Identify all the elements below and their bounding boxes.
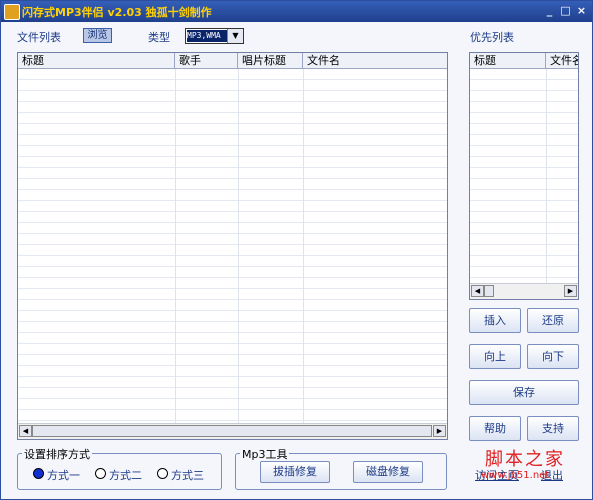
save-button[interactable]: 保存 xyxy=(469,380,579,405)
file-table-hscrollbar[interactable]: ◀ ▶ xyxy=(18,423,447,439)
support-button[interactable]: 支持 xyxy=(527,416,579,441)
file-table-body[interactable] xyxy=(18,69,447,439)
mp3-tools-group: Mp3工具 拔插修复 磁盘修复 xyxy=(235,446,447,490)
type-label: 类型 xyxy=(148,31,170,44)
sort-option-2-label[interactable]: 方式二 xyxy=(109,467,142,483)
site-watermark: 脚本之家 www.jb51.net xyxy=(473,445,583,487)
mp3-tools-title: Mp3工具 xyxy=(240,446,290,462)
browse-button[interactable]: 浏览 xyxy=(83,28,112,43)
column-divider xyxy=(238,69,239,423)
radio-icon[interactable] xyxy=(157,468,168,479)
minimize-button[interactable]: _ xyxy=(542,4,557,18)
file-list-table[interactable]: 标题 歌手 唱片标题 文件名 ◀ ▶ xyxy=(17,52,448,440)
sort-mode-title: 设置排序方式 xyxy=(22,446,92,462)
app-icon xyxy=(4,4,20,20)
column-header-album[interactable]: 唱片标题 xyxy=(238,53,303,68)
restore-button[interactable]: 还原 xyxy=(527,308,579,333)
priority-table-body[interactable] xyxy=(470,69,578,299)
column-header-title[interactable]: 标题 xyxy=(18,53,175,68)
insert-button[interactable]: 插入 xyxy=(469,308,521,333)
priority-table-hscrollbar[interactable]: ◀ ▶ xyxy=(470,283,578,299)
window-title: 闪存式MP3伴侣 v2.03 独孤十剑制作 xyxy=(22,6,212,19)
type-select-value: MP3,WMA xyxy=(187,30,227,42)
column-header-artist[interactable]: 歌手 xyxy=(175,53,238,68)
column-header-filename[interactable]: 文件名 xyxy=(303,53,447,68)
watermark-main-text: 脚本之家 xyxy=(485,449,565,470)
plug-repair-button[interactable]: 拔插修复 xyxy=(260,461,330,483)
scroll-right-icon[interactable]: ▶ xyxy=(564,285,577,297)
radio-icon[interactable] xyxy=(95,468,106,479)
watermark-url-text: www.jb51.net xyxy=(481,470,550,481)
sort-option-3-label[interactable]: 方式三 xyxy=(171,467,204,483)
file-list-label: 文件列表 xyxy=(17,31,61,44)
scroll-thumb[interactable] xyxy=(32,425,432,437)
scroll-left-icon[interactable]: ◀ xyxy=(471,285,484,297)
type-select[interactable]: MP3,WMA ▼ xyxy=(185,28,244,44)
disk-repair-button[interactable]: 磁盘修复 xyxy=(353,461,423,483)
move-up-button[interactable]: 向上 xyxy=(469,344,521,369)
chevron-down-icon[interactable]: ▼ xyxy=(227,29,243,43)
column-divider xyxy=(546,69,547,283)
file-table-header: 标题 歌手 唱片标题 文件名 xyxy=(18,53,447,69)
sort-option-1-label[interactable]: 方式一 xyxy=(47,467,80,483)
column-divider xyxy=(175,69,176,423)
scroll-right-icon[interactable]: ▶ xyxy=(433,425,446,437)
title-bar[interactable]: 闪存式MP3伴侣 v2.03 独孤十剑制作 _ □ × xyxy=(1,1,592,22)
move-down-button[interactable]: 向下 xyxy=(527,344,579,369)
sort-mode-group: 设置排序方式 方式一 方式二 方式三 xyxy=(17,446,222,490)
help-button[interactable]: 帮助 xyxy=(469,416,521,441)
close-button[interactable]: × xyxy=(574,4,589,18)
priority-column-title[interactable]: 标题 xyxy=(470,53,546,68)
priority-list-table[interactable]: 标题 文件名 ◀ ▶ xyxy=(469,52,579,300)
column-divider xyxy=(303,69,304,423)
main-window: 闪存式MP3伴侣 v2.03 独孤十剑制作 _ □ × 文件列表 浏览 类型 M… xyxy=(0,0,593,500)
scroll-thumb[interactable] xyxy=(484,285,494,297)
priority-table-header: 标题 文件名 xyxy=(470,53,578,69)
priority-list-label: 优先列表 xyxy=(470,31,514,44)
radio-selected-icon[interactable] xyxy=(33,468,44,479)
maximize-button[interactable]: □ xyxy=(558,4,573,18)
scroll-left-icon[interactable]: ◀ xyxy=(19,425,32,437)
priority-column-filename[interactable]: 文件名 xyxy=(546,53,578,68)
